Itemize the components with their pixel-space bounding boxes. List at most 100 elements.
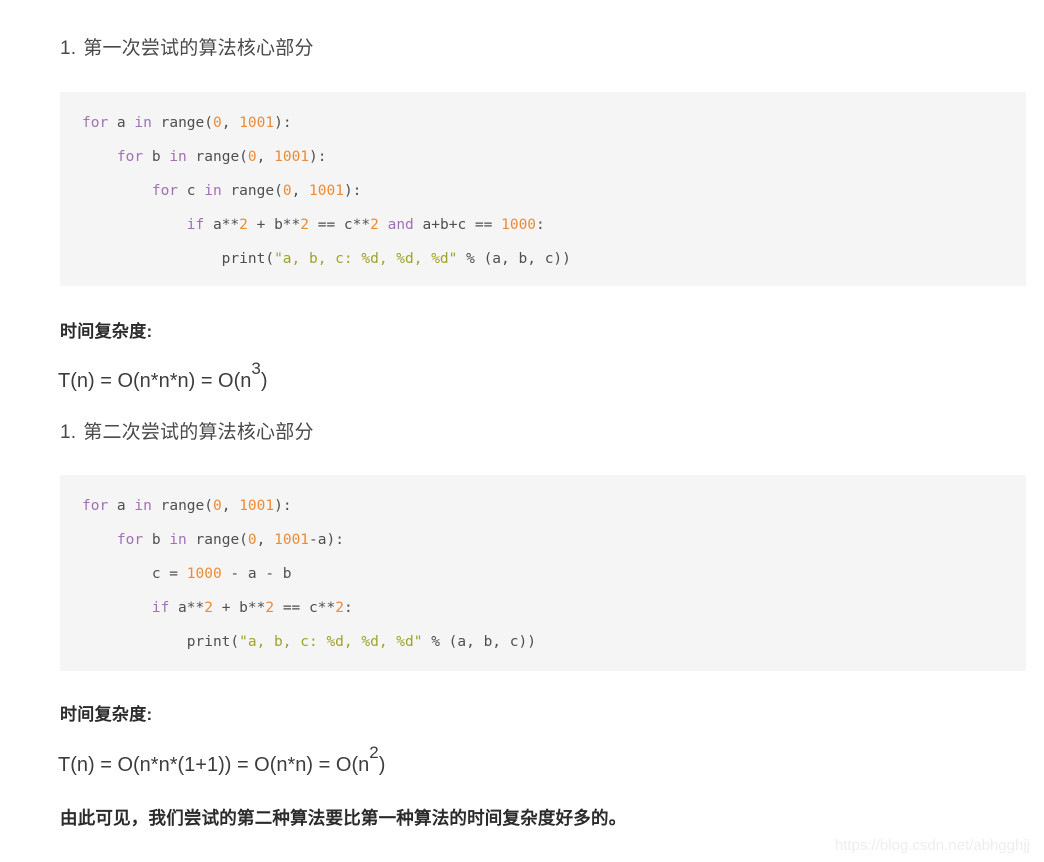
code-number: 2 <box>300 217 310 233</box>
code-string: "a, b, c: %d, %d, %d" <box>274 251 458 267</box>
code-number: 2 <box>265 600 275 616</box>
code-keyword: in <box>204 183 222 199</box>
article-page: 1. 第一次尝试的算法核心部分 for a in range(0, 1001): … <box>0 0 1044 862</box>
code-number: 0 <box>212 115 222 131</box>
code-text: a+b+c == <box>413 217 502 233</box>
section-two-heading-marker: 1. <box>60 422 77 443</box>
complexity-formula-one-tail: ) <box>260 370 268 392</box>
complexity-formula-one-base: T(n) = O(n*n*n) = O(n <box>58 370 252 392</box>
code-text: , <box>221 498 240 514</box>
code-keyword: and <box>387 217 414 233</box>
section-one-heading-text: 第一次尝试的算法核心部分 <box>83 38 314 59</box>
complexity-formula-two-tail: ) <box>378 754 386 776</box>
code-number: 2 <box>335 600 344 616</box>
code-keyword: for <box>116 532 144 548</box>
section-two-heading: 1. 第二次尝试的算法核心部分 <box>60 419 314 447</box>
code-line: if a**2 + b**2 == c**2: <box>60 591 1026 625</box>
code-keyword: in <box>169 149 187 165</box>
complexity-formula-two-base: T(n) = O(n*n*(1+1)) = O(n*n) = O(n <box>58 754 370 776</box>
code-text: + b** <box>247 217 301 233</box>
code-text: -a): <box>309 532 344 548</box>
code-text: ): <box>274 498 292 514</box>
site-watermark: https://blog.csdn.net/abhgghjj <box>834 837 1030 854</box>
code-number: 1001 <box>274 532 310 548</box>
code-text: print( <box>82 251 275 267</box>
section-one-heading: 1. 第一次尝试的算法核心部分 <box>60 35 314 63</box>
code-block-second-attempt[interactable]: for a in range(0, 1001): for b in range(… <box>60 475 1026 671</box>
code-number: 0 <box>247 532 257 548</box>
code-number: 1000 <box>501 217 537 233</box>
code-number: 2 <box>239 217 248 233</box>
complexity-label-one: 时间复杂度: <box>60 322 153 341</box>
code-line: print("a, b, c: %d, %d, %d" % (a, b, c)) <box>60 242 1026 276</box>
conclusion-text: 由此可见，我们尝试的第二种算法要比第一种算法的时间复杂度好多的。 <box>60 808 627 828</box>
code-text: range( <box>151 115 213 131</box>
code-number: 2 <box>370 217 379 233</box>
code-text: a** <box>204 217 240 233</box>
complexity-label-two: 时间复杂度: <box>60 705 153 724</box>
code-number: 0 <box>247 149 257 165</box>
code-keyword: if <box>186 217 205 233</box>
code-text: % (a, b, c)) <box>422 634 536 650</box>
code-line: for b in range(0, 1001): <box>60 140 1026 174</box>
code-text: a <box>108 498 135 514</box>
code-text: % (a, b, c)) <box>457 251 571 267</box>
code-number: 1000 <box>186 566 222 582</box>
code-text: == c** <box>274 600 336 616</box>
code-text: : <box>343 600 353 616</box>
code-text: : <box>536 217 545 233</box>
code-text: + b** <box>212 600 266 616</box>
complexity-formula-two: T(n) = O(n*n*(1+1)) = O(n*n) = O(n2) <box>58 744 386 779</box>
code-line: for c in range(0, 1001): <box>60 174 1026 208</box>
code-text: ): <box>274 115 292 131</box>
code-line: for a in range(0, 1001): <box>60 489 1026 523</box>
code-text: , <box>256 149 275 165</box>
code-keyword: if <box>151 600 170 616</box>
code-text: - a - b <box>221 566 292 582</box>
section-one-heading-marker: 1. <box>60 38 77 59</box>
code-text: == c** <box>309 217 371 233</box>
code-text: c <box>178 183 205 199</box>
code-keyword: for <box>82 115 109 131</box>
code-text: , <box>291 183 310 199</box>
code-number: 1001 <box>239 115 275 131</box>
code-text: a <box>108 115 135 131</box>
code-number: 1001 <box>274 149 310 165</box>
code-text: ): <box>343 183 362 199</box>
complexity-formula-two-exponent: 2 <box>369 743 379 763</box>
code-text: b <box>143 149 170 165</box>
code-text: print( <box>82 634 240 650</box>
code-text: range( <box>221 183 283 199</box>
code-keyword: for <box>82 498 109 514</box>
code-line: print("a, b, c: %d, %d, %d" % (a, b, c)) <box>60 625 1026 659</box>
code-text: c = <box>82 566 187 582</box>
code-keyword: in <box>169 532 187 548</box>
complexity-formula-one-exponent: 3 <box>251 359 261 379</box>
code-block-first-attempt[interactable]: for a in range(0, 1001): for b in range(… <box>60 92 1026 286</box>
code-text: range( <box>186 149 248 165</box>
code-keyword: for <box>151 183 179 199</box>
code-number: 1001 <box>309 183 344 199</box>
code-text: , <box>221 115 240 131</box>
code-number: 2 <box>204 600 213 616</box>
code-line: if a**2 + b**2 == c**2 and a+b+c == 1000… <box>60 208 1026 242</box>
code-number: 0 <box>212 498 222 514</box>
code-keyword: for <box>116 149 144 165</box>
code-text: range( <box>151 498 213 514</box>
code-keyword: in <box>134 115 152 131</box>
code-text: range( <box>186 532 248 548</box>
code-number: 0 <box>282 183 292 199</box>
code-text: a** <box>169 600 205 616</box>
complexity-formula-one: T(n) = O(n*n*n) = O(n3) <box>58 360 268 395</box>
code-string: "a, b, c: %d, %d, %d" <box>239 634 423 650</box>
code-text: ): <box>309 149 327 165</box>
code-number: 1001 <box>239 498 275 514</box>
code-text: b <box>143 532 170 548</box>
section-two-heading-text: 第二次尝试的算法核心部分 <box>83 422 314 443</box>
